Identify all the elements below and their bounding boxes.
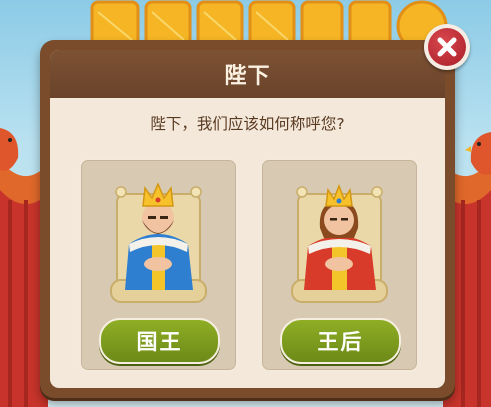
dialog-body: 陛下 陛下，我们应该如何称呼您? 国王 王后 (50, 50, 445, 388)
choose-king-button[interactable]: 国王 (99, 318, 220, 364)
choose-queen-button[interactable]: 王后 (280, 318, 401, 364)
bird-left (0, 128, 19, 171)
dialog-header: 陛下 (50, 50, 445, 98)
bird-right (465, 132, 491, 175)
title-choice-dialog: 陛下 陛下，我们应该如何称呼您? 国王 王后 (40, 40, 455, 398)
close-icon (437, 37, 457, 57)
king-card[interactable]: 国王 (79, 158, 238, 372)
close-button[interactable] (424, 24, 470, 70)
dialog-prompt: 陛下，我们应该如何称呼您? (150, 115, 345, 133)
queen-icon (291, 183, 388, 303)
king-icon (110, 182, 207, 303)
dialog-title: 陛下 (224, 64, 271, 89)
queen-card[interactable]: 王后 (260, 158, 419, 372)
game-scene: 陛下 陛下，我们应该如何称呼您? 国王 王后 (0, 0, 491, 407)
